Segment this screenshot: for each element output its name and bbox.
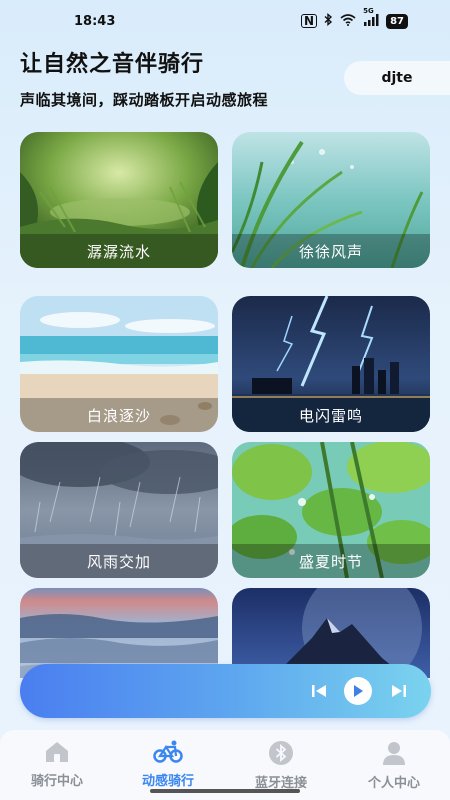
- scene-label: 盛夏时节: [232, 544, 430, 578]
- play-circle: [344, 677, 372, 705]
- status-bar: 18:43 N 5G 87: [0, 0, 450, 44]
- scene-card-beach[interactable]: 白浪逐沙: [20, 296, 218, 432]
- home-icon: [46, 742, 68, 762]
- bluetooth-status-icon: [324, 13, 333, 29]
- scene-card-storm[interactable]: 风雨交加: [20, 442, 218, 578]
- scene-card-thunder[interactable]: 电闪雷鸣: [232, 296, 430, 432]
- person-icon: [383, 742, 405, 765]
- player-bar[interactable]: [20, 664, 431, 718]
- nfc-icon: N: [301, 14, 318, 28]
- status-time: 18:43: [74, 14, 116, 29]
- nav-label: 骑行中心: [30, 774, 83, 789]
- nav-label: 动感骑行: [141, 774, 194, 789]
- nav-item-riding-center[interactable]: 骑行中心: [7, 740, 107, 794]
- status-icons: N 5G 87: [301, 7, 408, 29]
- prev-icon: [312, 685, 326, 697]
- wifi-icon: [340, 13, 356, 29]
- play-button[interactable]: [342, 664, 374, 718]
- scene-label: 电闪雷鸣: [232, 398, 430, 432]
- bluetooth-icon: [269, 741, 293, 765]
- username: djte: [381, 70, 413, 86]
- page-subtitle: 声临其境间，踩动踏板开启动感旅程: [20, 91, 269, 109]
- scene-label: 徐徐风声: [232, 234, 430, 268]
- home-indicator: [150, 789, 300, 793]
- scene-label: 潺潺流水: [20, 234, 218, 268]
- scene-card-stream[interactable]: 潺潺流水: [20, 132, 218, 268]
- user-chip[interactable]: djte: [344, 61, 450, 95]
- battery-indicator: 87: [386, 13, 408, 29]
- nav-label: 个人中心: [367, 776, 420, 791]
- network-type: 5G: [363, 6, 374, 15]
- previous-button[interactable]: [306, 664, 332, 718]
- nav-item-profile[interactable]: 个人中心: [344, 740, 444, 794]
- nav-item-dynamic-riding[interactable]: 动感骑行: [118, 740, 218, 794]
- scene-card-wind[interactable]: 徐徐风声: [232, 132, 430, 268]
- scene-label: 白浪逐沙: [20, 398, 218, 432]
- next-button[interactable]: [386, 664, 412, 718]
- cellular-icon: 5G: [363, 7, 379, 29]
- next-icon: [392, 685, 406, 697]
- scene-card-summer[interactable]: 盛夏时节: [232, 442, 430, 578]
- play-icon: [354, 685, 363, 697]
- page-title: 让自然之音伴骑行: [20, 52, 205, 77]
- bicycle-icon: [153, 740, 183, 763]
- nav-item-bluetooth[interactable]: 蓝牙连接: [231, 740, 331, 794]
- scene-label: 风雨交加: [20, 544, 218, 578]
